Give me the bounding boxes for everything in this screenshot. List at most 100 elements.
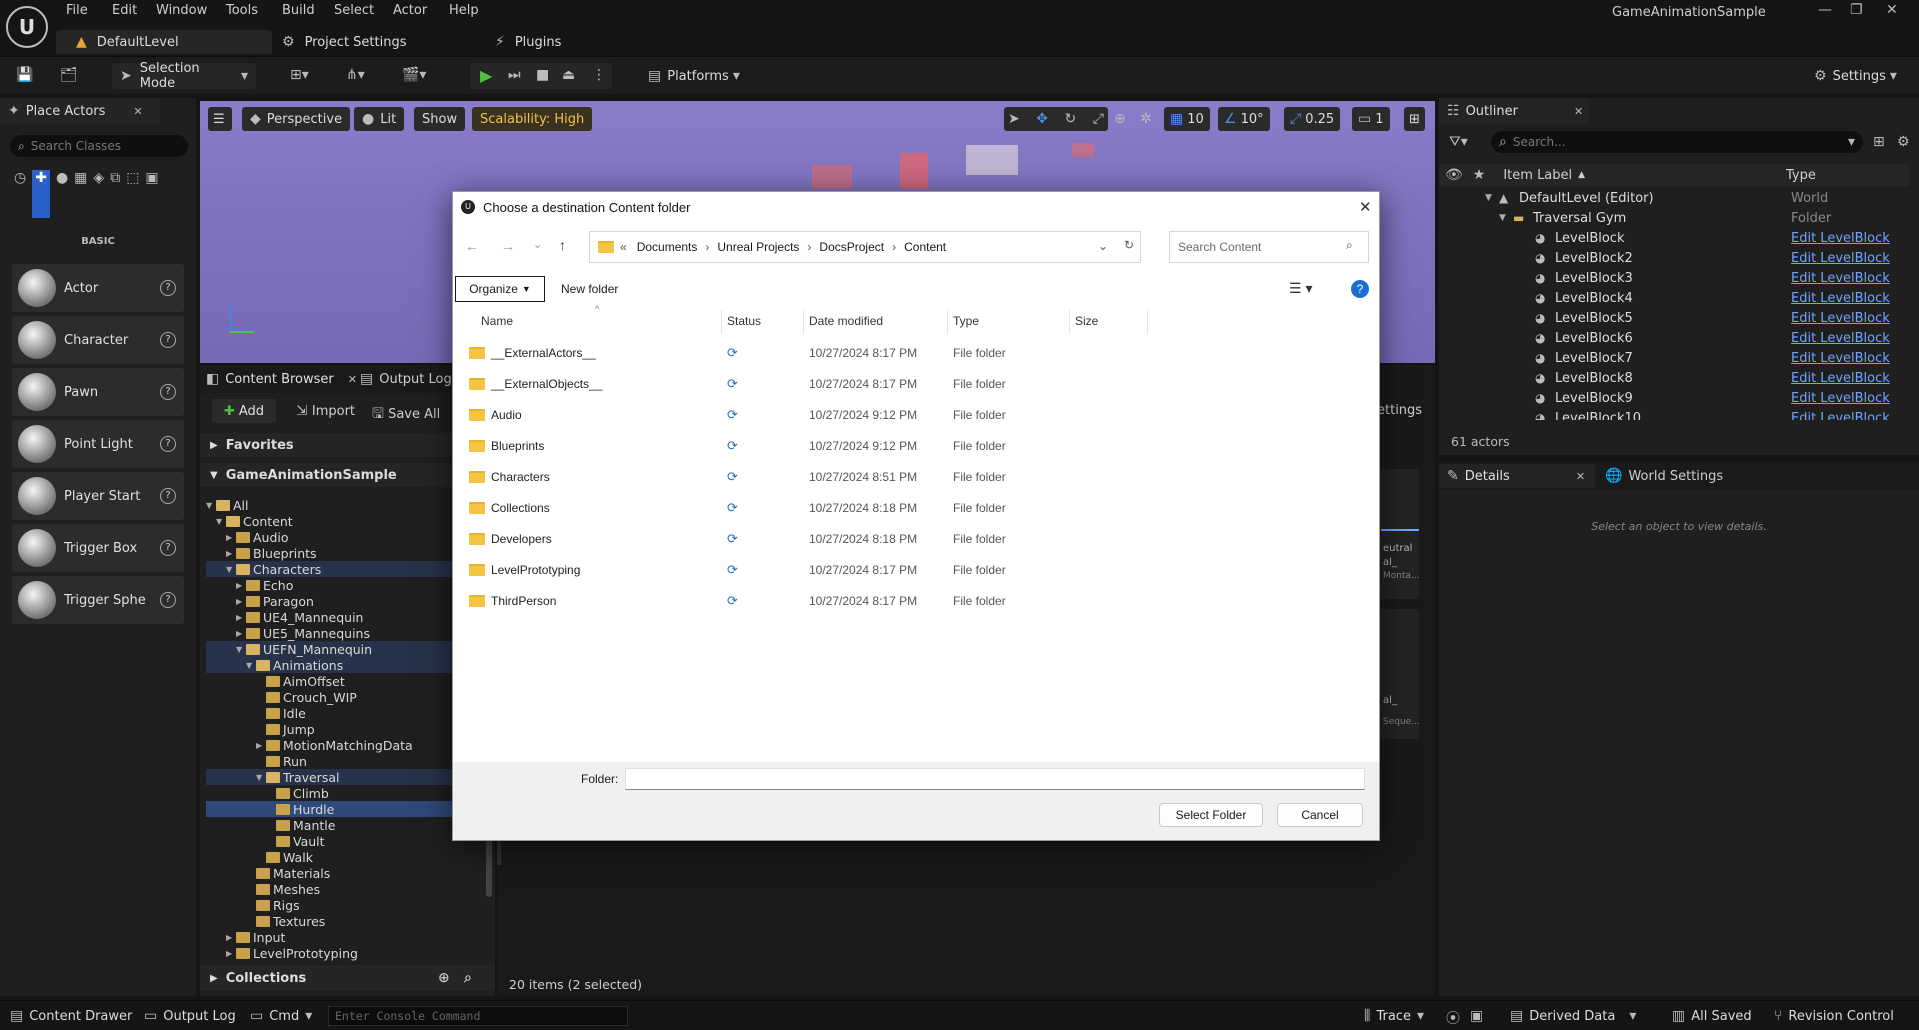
folder-tree-item[interactable]: ▶ Echo xyxy=(236,577,293,593)
help-icon[interactable]: ? xyxy=(160,540,176,556)
select-folder-button[interactable]: Select Folder xyxy=(1159,803,1263,827)
file-row[interactable]: LevelPrototyping ⟳ 10/27/2024 8:17 PM File … xyxy=(453,554,1379,585)
revision-control-button[interactable]: ⑂ Revision Control xyxy=(1774,1004,1894,1028)
close-tab-icon[interactable]: ✕ xyxy=(1576,470,1585,483)
folder-tree-item[interactable]: ▶ MotionMatchingData xyxy=(256,737,413,753)
eject-icon[interactable]: ⏏ xyxy=(562,67,575,83)
place-item-trigger-box[interactable]: Trigger Box ? xyxy=(12,524,184,572)
outliner-row[interactable]: ◕ LevelBlock6 Edit LevelBlock xyxy=(1439,328,1909,348)
help-icon[interactable]: ? xyxy=(1351,280,1369,298)
folder-tree-item[interactable]: ▼ UEFN_Mannequin xyxy=(206,641,486,657)
col-type[interactable]: Type xyxy=(953,314,979,328)
file-row[interactable]: __ExternalObjects__ ⟳ 10/27/2024 8:17 PM Fi… xyxy=(453,368,1379,399)
edit-levelblock-link[interactable]: Edit LevelBlock xyxy=(1791,371,1890,386)
chevron-right-icon[interactable]: ▶ xyxy=(236,597,246,606)
help-icon[interactable]: ? xyxy=(160,384,176,400)
file-row[interactable]: Collections ⟳ 10/27/2024 8:18 PM File folde… xyxy=(453,492,1379,523)
gear-icon[interactable]: ⚙ xyxy=(1897,134,1910,150)
place-actors-tab[interactable]: ✦ Place Actors ✕ xyxy=(0,98,160,124)
viewport-menu-icon[interactable]: ☰ xyxy=(208,107,232,131)
place-item-actor[interactable]: Actor ? xyxy=(12,264,184,312)
edit-levelblock-link[interactable]: Edit LevelBlock xyxy=(1791,411,1890,421)
add-collection-icon[interactable]: ⊕ xyxy=(438,970,450,986)
recent-chevron-icon[interactable]: ⌄ xyxy=(533,238,542,251)
folder-tree-item[interactable]: ▶ Input xyxy=(226,929,285,945)
settings-button[interactable]: ⚙ Settings ▾ xyxy=(1806,63,1905,89)
overflow-icon[interactable]: « xyxy=(620,240,627,254)
folder-tree-item[interactable]: ▼ Traversal xyxy=(206,769,486,785)
edit-levelblock-link[interactable]: Edit LevelBlock xyxy=(1791,331,1890,346)
menu-select[interactable]: Select xyxy=(334,3,374,18)
play-icon[interactable]: ▶ xyxy=(480,66,492,85)
place-item-point-light[interactable]: Point Light ? xyxy=(12,420,184,468)
breadcrumb-unreal-projects[interactable]: Unreal Projects xyxy=(717,240,799,254)
unreal-logo-icon[interactable]: U xyxy=(6,6,48,48)
chevron-right-icon[interactable]: ▶ xyxy=(236,581,246,590)
folder-tree-item[interactable]: ▼ Animations xyxy=(206,657,486,673)
folder-tree-item[interactable]: Jump xyxy=(256,721,315,737)
tab-world-settings[interactable]: 🌐 World Settings xyxy=(1605,464,1723,488)
folder-tree-item[interactable]: Hurdle xyxy=(206,801,486,817)
file-row[interactable]: Characters ⟳ 10/27/2024 8:51 PM File folder xyxy=(453,461,1379,492)
folder-tree-item[interactable]: Meshes xyxy=(246,881,320,897)
settings-fragment[interactable]: ettings xyxy=(1377,403,1422,418)
minimize-icon[interactable]: — xyxy=(1818,2,1832,18)
selection-mode-button[interactable]: ➤ Selection Mode ▾ xyxy=(112,61,256,91)
folder-tree-item[interactable]: Climb xyxy=(266,785,329,801)
perspective-button[interactable]: ◆ Perspective xyxy=(242,107,351,131)
collections-section[interactable]: ▶ Collections ⊕ ⌕ xyxy=(200,965,495,991)
view-options-icon[interactable]: ☰ ▾ xyxy=(1289,280,1312,297)
edit-levelblock-link[interactable]: Edit LevelBlock xyxy=(1791,311,1890,326)
folder-tree-item[interactable]: ▶ Blueprints xyxy=(226,545,317,561)
import-button[interactable]: ⇲ Import xyxy=(296,403,355,419)
place-item-pawn[interactable]: Pawn ? xyxy=(12,368,184,416)
folder-tree-item[interactable]: ▶ LevelPrototyping xyxy=(226,945,358,961)
breadcrumb-content[interactable]: Content xyxy=(904,240,946,254)
folder-tree-item[interactable]: ▶ UE4_Mannequin xyxy=(236,609,363,625)
folder-tree-item[interactable]: Mantle xyxy=(266,817,335,833)
eye-icon[interactable]: 👁 xyxy=(1445,167,1463,183)
col-name[interactable]: Name xyxy=(481,314,513,328)
search-classes-input[interactable]: ⌕ Search Classes xyxy=(10,135,188,157)
col-date-modified[interactable]: Date modified xyxy=(809,314,883,328)
file-row[interactable]: Developers ⟳ 10/27/2024 8:18 PM File folder xyxy=(453,523,1379,554)
edit-levelblock-link[interactable]: Edit LevelBlock xyxy=(1791,251,1890,266)
outliner-tab[interactable]: ☷ Outliner ✕ xyxy=(1439,98,1589,124)
tab-content-browser[interactable]: ◧ Content Browser ✕ xyxy=(206,368,357,390)
chevron-right-icon[interactable]: ▶ xyxy=(226,533,236,542)
chevron-down-icon[interactable]: ▼ xyxy=(226,565,236,574)
outliner-search-input[interactable]: ⌕ Search... ▾ xyxy=(1491,131,1863,153)
file-row[interactable]: __ExternalActors__ ⟳ 10/27/2024 8:17 PM Fil… xyxy=(453,337,1379,368)
help-icon[interactable]: ? xyxy=(160,332,176,348)
content-drawer-button[interactable]: ▤ Content Drawer xyxy=(10,1004,132,1028)
breadcrumb-docsproject[interactable]: DocsProject xyxy=(819,240,884,254)
folder-tree-item[interactable]: ▶ Paragon xyxy=(236,593,314,609)
folder-tree-item[interactable]: AimOffset xyxy=(256,673,345,689)
folder-input[interactable] xyxy=(625,768,1365,790)
outliner-row[interactable]: ◕ LevelBlock7 Edit LevelBlock xyxy=(1439,348,1909,368)
outliner-row[interactable]: ◕ LevelBlock9 Edit LevelBlock xyxy=(1439,388,1909,408)
help-icon[interactable]: ? xyxy=(160,488,176,504)
edit-levelblock-link[interactable]: Edit LevelBlock xyxy=(1791,291,1890,306)
derived-data-button[interactable]: ▤ Derived Data ▾ xyxy=(1510,1004,1636,1028)
chevron-right-icon[interactable]: ▶ xyxy=(236,629,246,638)
edit-levelblock-link[interactable]: Edit LevelBlock xyxy=(1791,351,1890,366)
cancel-button[interactable]: Cancel xyxy=(1277,803,1363,827)
menu-help[interactable]: Help xyxy=(449,3,479,18)
place-item-character[interactable]: Character ? xyxy=(12,316,184,364)
file-row[interactable]: ThirdPerson ⟳ 10/27/2024 8:17 PM File folde… xyxy=(453,585,1379,616)
outliner-row[interactable]: ◕ LevelBlock2 Edit LevelBlock xyxy=(1439,248,1909,268)
asset-tile[interactable]: al_ Seque... xyxy=(1379,609,1420,739)
folder-tree-item[interactable]: Materials xyxy=(246,865,330,881)
up-icon[interactable]: ↑ xyxy=(559,237,566,253)
folder-tree-item[interactable]: Run xyxy=(256,753,307,769)
close-tab-icon[interactable]: ✕ xyxy=(133,105,142,118)
chevron-down-icon[interactable]: ▼ xyxy=(256,773,266,782)
cinematic-icon[interactable]: ▦ xyxy=(74,170,87,218)
more-options-icon[interactable]: ⋮ xyxy=(592,67,606,83)
folder-tree-item[interactable]: Vault xyxy=(266,833,325,849)
tab-project-settings[interactable]: ⚙ Project Settings xyxy=(282,30,407,54)
place-item-trigger-sphere[interactable]: Trigger Sphe ? xyxy=(12,576,184,624)
chevron-down-icon[interactable]: ▼ xyxy=(236,645,246,654)
new-folder-icon[interactable]: ⊞ xyxy=(1873,134,1885,150)
